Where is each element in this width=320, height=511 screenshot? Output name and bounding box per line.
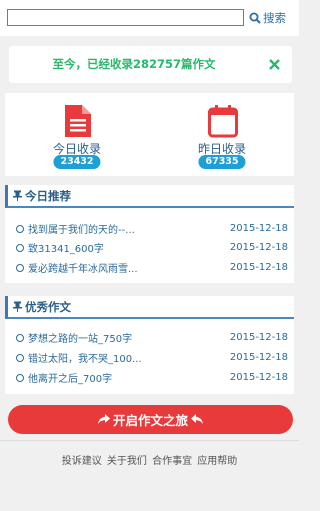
circle-icon: [16, 224, 24, 233]
reply-icon: [191, 414, 203, 424]
list-item[interactable]: 致31341_600字 2015-12-18: [16, 239, 288, 256]
start-journey-button[interactable]: 开启作文之旅: [8, 405, 293, 434]
list-item-title: 爱必跨越千年冰风雨雪...: [28, 264, 138, 275]
footer-link-about[interactable]: 关于我们: [107, 456, 147, 467]
calendar-icon: [208, 105, 238, 138]
list-item-title: 致31341_600字: [28, 244, 104, 255]
circle-icon: [16, 243, 24, 252]
pin-icon: [13, 301, 22, 312]
footer: 投诉建议 关于我们 合作事宜 应用帮助: [0, 452, 299, 467]
stat-yesterday[interactable]: 昨日收录 67335: [150, 93, 294, 176]
list-item[interactable]: 错过太阳，我不哭_100... 2015-12-18: [16, 349, 288, 366]
circle-icon: [16, 353, 24, 362]
close-icon[interactable]: [268, 58, 281, 71]
footer-divider: [0, 440, 299, 441]
notice-text: 至今，已经收录282757篇作文: [52, 57, 216, 71]
stats-panel: 今日收录 23432 昨日收录 67335: [5, 93, 294, 176]
list-item-date: 2015-12-18: [229, 332, 288, 343]
start-journey-label: 开启作文之旅: [112, 413, 188, 428]
list-item[interactable]: 爱必跨越千年冰风雨雪... 2015-12-18: [16, 259, 288, 276]
top-bar: 搜索: [0, 0, 299, 36]
search-input[interactable]: [7, 9, 244, 26]
list-item[interactable]: 找到属于我们的天的--... 2015-12-18: [16, 220, 288, 237]
pin-icon: [13, 190, 22, 201]
circle-icon: [16, 373, 24, 382]
recommended-heading: 今日推荐: [5, 185, 294, 208]
excellent-heading: 优秀作文: [5, 296, 294, 319]
list-item-title: 他离开之后_700字: [28, 374, 113, 385]
list-item-date: 2015-12-18: [229, 242, 288, 253]
list-item-title: 找到属于我们的天的--...: [28, 225, 135, 236]
stat-today-count: 23432: [53, 155, 101, 169]
share-forward-icon: [97, 414, 110, 424]
list-item-date: 2015-12-18: [229, 262, 288, 273]
footer-link-help[interactable]: 应用帮助: [197, 456, 237, 467]
footer-link-cooperation[interactable]: 合作事宜: [152, 456, 192, 467]
search-button[interactable]: 搜索: [249, 8, 286, 27]
circle-icon: [16, 263, 24, 272]
recommended-heading-label: 今日推荐: [25, 188, 71, 203]
circle-icon: [16, 333, 24, 342]
document-icon: [65, 105, 91, 137]
search-button-label: 搜索: [263, 10, 286, 25]
list-item-title: 错过太阳，我不哭_100...: [28, 354, 142, 365]
excellent-heading-label: 优秀作文: [25, 299, 71, 314]
footer-link-feedback[interactable]: 投诉建议: [62, 456, 102, 467]
stat-today[interactable]: 今日收录 23432: [5, 93, 149, 176]
stat-yesterday-count: 67335: [198, 155, 246, 169]
list-item[interactable]: 梦想之路的一站_750字 2015-12-18: [16, 329, 288, 346]
list-item-date: 2015-12-18: [229, 223, 288, 234]
excellent-panel: 优秀作文 梦想之路的一站_750字 2015-12-18 错过太阳，我不哭_10…: [5, 296, 294, 394]
list-item[interactable]: 他离开之后_700字 2015-12-18: [16, 369, 288, 386]
list-item-date: 2015-12-18: [229, 372, 288, 383]
list-item-date: 2015-12-18: [229, 352, 288, 363]
list-item-title: 梦想之路的一站_750字: [28, 334, 133, 345]
recommended-panel: 今日推荐 找到属于我们的天的--... 2015-12-18 致31341_60…: [5, 185, 294, 283]
search-icon: [249, 12, 261, 24]
notice-banner: 至今，已经收录282757篇作文: [9, 46, 292, 83]
